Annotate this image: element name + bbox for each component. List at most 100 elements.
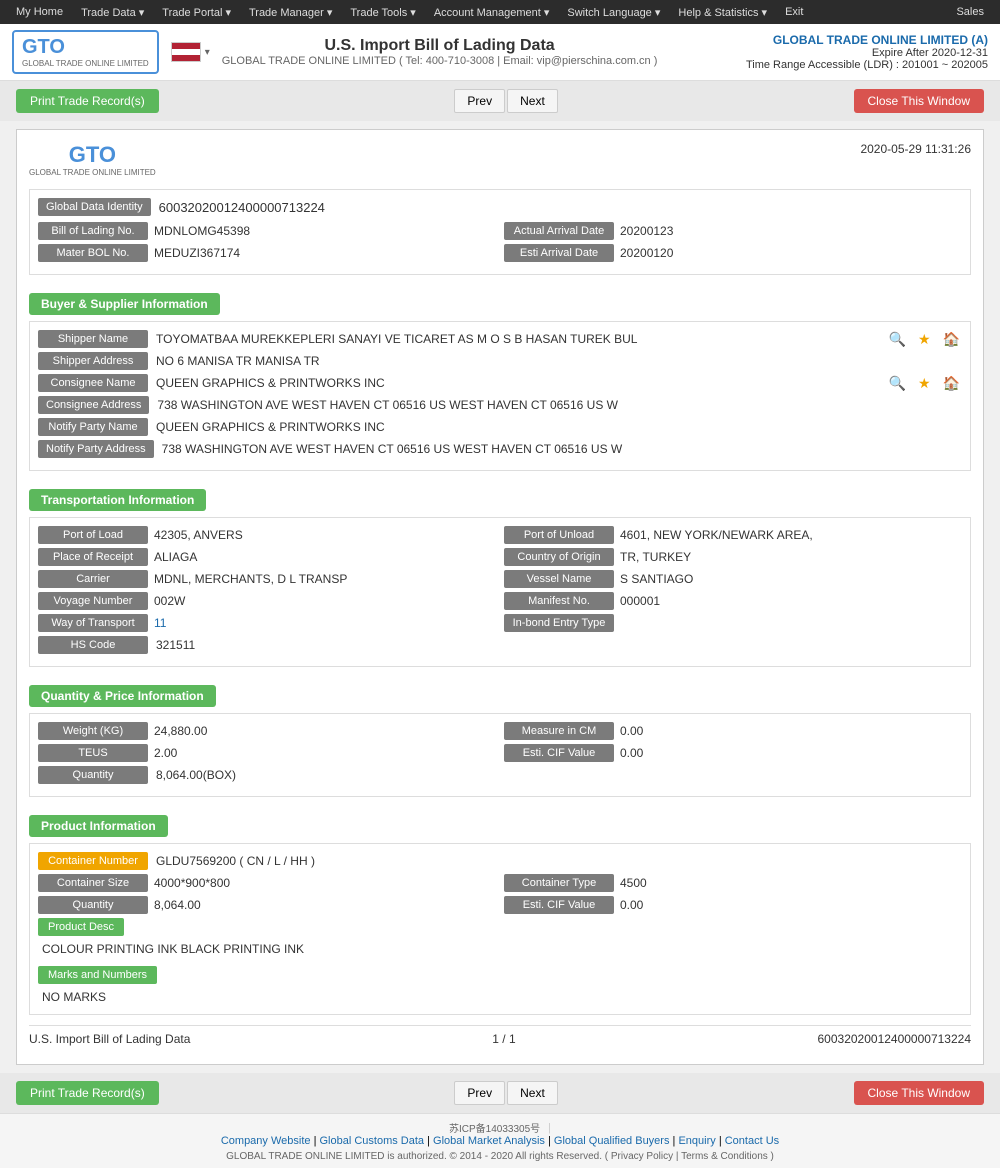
product-esti-cif-label: Esti. CIF Value <box>504 896 614 914</box>
shipper-home-icon[interactable]: 🏠 <box>941 331 962 348</box>
footer-link-market[interactable]: Global Market Analysis <box>433 1135 545 1147</box>
flag-arrow[interactable]: ▾ <box>205 47 210 58</box>
logo-text: GTO <box>22 36 149 59</box>
manifest-no-label: Manifest No. <box>504 592 614 610</box>
master-bol-label: Mater BOL No. <box>38 244 148 262</box>
port-unload-col: Port of Unload 4601, NEW YORK/NEWARK ARE… <box>504 526 962 544</box>
port-load-col: Port of Load 42305, ANVERS <box>38 526 496 544</box>
port-of-unload-label: Port of Unload <box>504 526 614 544</box>
nav-trade-tools[interactable]: Trade Tools ▾ <box>342 2 423 23</box>
shipper-address-row: Shipper Address NO 6 MANISA TR MANISA TR <box>38 352 962 370</box>
product-info-block: Container Number GLDU7569200 ( CN / L / … <box>29 843 971 1015</box>
footer-link-contact[interactable]: Contact Us <box>725 1135 779 1147</box>
print-button-bottom[interactable]: Print Trade Record(s) <box>16 1081 159 1105</box>
container-size-type-row: Container Size 4000*900*800 Container Ty… <box>38 874 962 892</box>
nav-trade-manager[interactable]: Trade Manager ▾ <box>241 2 340 23</box>
place-of-receipt-col: Place of Receipt ALIAGA <box>38 548 496 566</box>
nav-help-stats[interactable]: Help & Statistics ▾ <box>670 2 775 23</box>
shipper-name-label: Shipper Name <box>38 330 148 348</box>
global-id-row: Global Data Identity 6003202001240000071… <box>38 198 962 216</box>
teus-label: TEUS <box>38 744 148 762</box>
container-type-label: Container Type <box>504 874 614 892</box>
esti-cif-value: 0.00 <box>620 746 962 760</box>
inbond-entry-label: In-bond Entry Type <box>504 614 614 632</box>
consignee-name-row: Consignee Name QUEEN GRAPHICS & PRINTWOR… <box>38 374 962 392</box>
logo: GTO GLOBAL TRADE ONLINE LIMITED <box>12 30 159 74</box>
bol-row: Bill of Lading No. MDNLOMG45398 Actual A… <box>38 222 962 240</box>
bol-no-col: Bill of Lading No. MDNLOMG45398 <box>38 222 496 240</box>
close-button-top[interactable]: Close This Window <box>854 89 984 113</box>
transport-inbond-row: Way of Transport 11 In-bond Entry Type <box>38 614 962 632</box>
measure-col: Measure in CM 0.00 <box>504 722 962 740</box>
country-of-origin-label: Country of Origin <box>504 548 614 566</box>
hs-code-label: HS Code <box>38 636 148 654</box>
consignee-name-label: Consignee Name <box>38 374 148 392</box>
voyage-manifest-row: Voyage Number 002W Manifest No. 000001 <box>38 592 962 610</box>
next-button-bottom[interactable]: Next <box>507 1081 558 1105</box>
time-range: Time Range Accessible (LDR) : 201001 ~ 2… <box>746 59 988 71</box>
footer-link-company[interactable]: Company Website <box>221 1135 311 1147</box>
esti-arrival-col: Esti Arrival Date 20200120 <box>504 244 962 262</box>
close-button-bottom[interactable]: Close This Window <box>854 1081 984 1105</box>
shipper-star-icon[interactable]: ★ <box>916 331 933 348</box>
buyer-supplier-section: Buyer & Supplier Information Shipper Nam… <box>29 285 971 471</box>
footer-link-customs[interactable]: Global Customs Data <box>320 1135 425 1147</box>
container-size-label: Container Size <box>38 874 148 892</box>
weight-measure-row: Weight (KG) 24,880.00 Measure in CM 0.00 <box>38 722 962 740</box>
port-of-load-label: Port of Load <box>38 526 148 544</box>
master-bol-value: MEDUZI367174 <box>154 246 496 260</box>
consignee-search-icon[interactable]: 🔍 <box>887 375 908 392</box>
consignee-star-icon[interactable]: ★ <box>916 375 933 392</box>
prev-button-top[interactable]: Prev <box>454 89 505 113</box>
quantity-price-section: Quantity & Price Information Weight (KG)… <box>29 677 971 797</box>
voyage-number-label: Voyage Number <box>38 592 148 610</box>
product-desc-label: Product Desc <box>38 918 124 936</box>
nav-my-home[interactable]: My Home <box>8 2 71 23</box>
consignee-address-row: Consignee Address 738 WASHINGTON AVE WES… <box>38 396 962 414</box>
actual-arrival-label: Actual Arrival Date <box>504 222 614 240</box>
container-number-value: GLDU7569200 ( CN / L / HH ) <box>156 854 962 868</box>
transportation-section: Transportation Information Port of Load … <box>29 481 971 667</box>
footer-link-buyers[interactable]: Global Qualified Buyers <box>554 1135 670 1147</box>
actual-arrival-value: 20200123 <box>620 224 962 238</box>
nav-account-mgmt[interactable]: Account Management ▾ <box>426 2 558 23</box>
product-desc-block: Product Desc COLOUR PRINTING INK BLACK P… <box>38 918 962 958</box>
notify-party-value: QUEEN GRAPHICS & PRINTWORKS INC <box>156 420 962 434</box>
nav-trade-portal[interactable]: Trade Portal ▾ <box>154 2 239 23</box>
header-left: GTO GLOBAL TRADE ONLINE LIMITED ▾ U.S. I… <box>12 30 657 74</box>
notify-party-row: Notify Party Name QUEEN GRAPHICS & PRINT… <box>38 418 962 436</box>
consignee-address-label: Consignee Address <box>38 396 149 414</box>
shipper-search-icon[interactable]: 🔍 <box>887 331 908 348</box>
nav-sales[interactable]: Sales <box>948 2 992 22</box>
buyer-supplier-header: Buyer & Supplier Information <box>29 293 220 315</box>
nav-trade-data[interactable]: Trade Data ▾ <box>73 2 152 23</box>
nav-exit[interactable]: Exit <box>777 2 811 23</box>
footer-link-enquiry[interactable]: Enquiry <box>678 1135 715 1147</box>
measure-cm-label: Measure in CM <box>504 722 614 740</box>
footer-right: 60032020012400000713224 <box>818 1032 972 1046</box>
place-of-receipt-label: Place of Receipt <box>38 548 148 566</box>
consignee-home-icon[interactable]: 🏠 <box>941 375 962 392</box>
master-bol-row: Mater BOL No. MEDUZI367174 Esti Arrival … <box>38 244 962 262</box>
bol-no-label: Bill of Lading No. <box>38 222 148 240</box>
hs-code-value: 321511 <box>156 638 962 652</box>
footer-left: U.S. Import Bill of Lading Data <box>29 1032 190 1046</box>
next-button-top[interactable]: Next <box>507 89 558 113</box>
transportation-block: Port of Load 42305, ANVERS Port of Unloa… <box>29 517 971 667</box>
consignee-address-value: 738 WASHINGTON AVE WEST HAVEN CT 06516 U… <box>157 398 962 412</box>
footer-separator-0: | <box>548 1122 551 1134</box>
weight-value: 24,880.00 <box>154 724 496 738</box>
manifest-col: Manifest No. 000001 <box>504 592 962 610</box>
page-header: GTO GLOBAL TRADE ONLINE LIMITED ▾ U.S. I… <box>0 24 1000 81</box>
flag-area: ▾ <box>171 42 210 62</box>
prev-button-bottom[interactable]: Prev <box>454 1081 505 1105</box>
vessel-name-value: S SANTIAGO <box>620 572 962 586</box>
nav-switch-lang[interactable]: Switch Language ▾ <box>559 2 668 23</box>
marks-label: Marks and Numbers <box>38 966 157 984</box>
transportation-header: Transportation Information <box>29 489 206 511</box>
product-desc-value: COLOUR PRINTING INK BLACK PRINTING INK <box>38 940 962 958</box>
global-data-id-label: Global Data Identity <box>38 198 151 216</box>
quantity-price-block: Weight (KG) 24,880.00 Measure in CM 0.00… <box>29 713 971 797</box>
print-button-top[interactable]: Print Trade Record(s) <box>16 89 159 113</box>
teus-value: 2.00 <box>154 746 496 760</box>
